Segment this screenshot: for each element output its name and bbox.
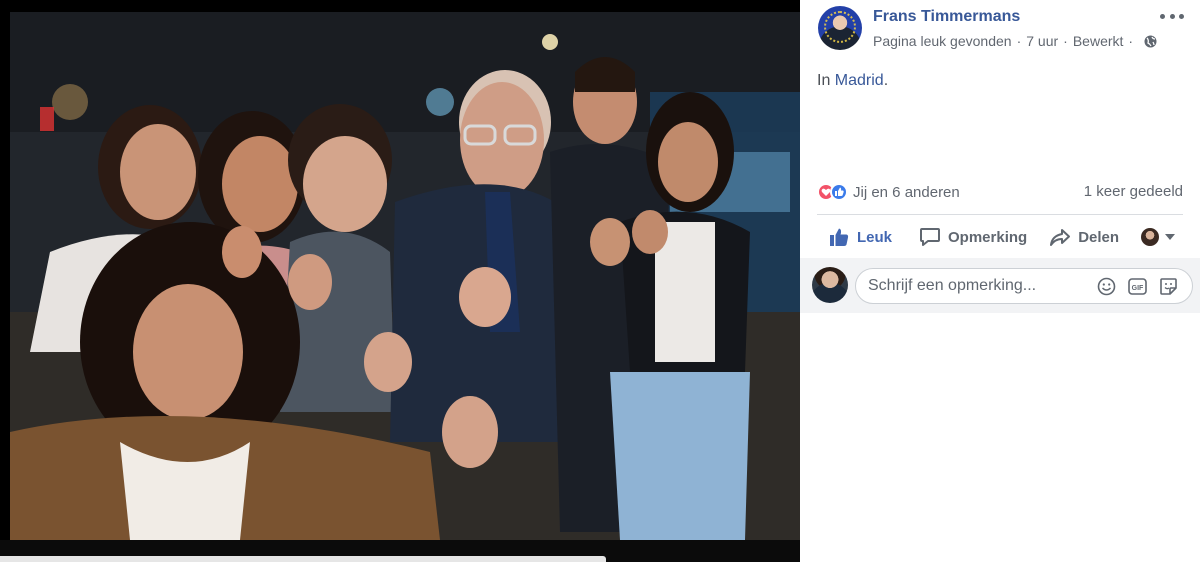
comment-button[interactable]: Opmerking	[919, 216, 1027, 258]
comment-input[interactable]	[868, 269, 1088, 303]
post-text-suffix: .	[883, 72, 889, 89]
comment-box[interactable]: GIF	[855, 268, 1193, 304]
share-button[interactable]: Delen	[1049, 216, 1119, 258]
like-button[interactable]: Leuk	[828, 216, 892, 258]
meta-timestamp[interactable]: 7 uur	[1026, 33, 1058, 49]
like-icon	[830, 183, 848, 201]
meta-separator: ·	[1128, 33, 1134, 49]
comment-label: Opmerking	[948, 228, 1028, 246]
comment-composer: GIF	[800, 258, 1200, 313]
thumbs-up-icon	[830, 228, 849, 246]
photo-viewer	[0, 0, 800, 562]
post-header: Frans Timmermans Pagina leuk gevonden · …	[800, 0, 1200, 60]
meta-separator: ·	[1063, 33, 1068, 49]
user-avatar[interactable]	[812, 267, 848, 303]
page-name-link[interactable]: Frans Timmermans	[873, 8, 1020, 26]
more-options-icon[interactable]	[1160, 14, 1184, 20]
share-label: Delen	[1078, 228, 1120, 246]
meta-liked-page[interactable]: Pagina leuk gevonden	[873, 33, 1012, 49]
svg-text:GIF: GIF	[1132, 285, 1144, 292]
post-photo[interactable]	[10, 12, 800, 540]
meta-separator: ·	[1016, 33, 1022, 49]
eu-stars-icon	[824, 11, 856, 43]
post-as-selector[interactable]	[1141, 228, 1175, 246]
post-panel-empty	[800, 313, 1200, 562]
sticker-icon[interactable]	[1159, 277, 1178, 296]
post-text: In Madrid.	[817, 72, 888, 90]
globe-icon[interactable]	[1144, 35, 1157, 48]
chevron-down-icon	[1165, 234, 1175, 240]
post-panel: Frans Timmermans Pagina leuk gevonden · …	[800, 0, 1200, 562]
like-label: Leuk	[857, 228, 893, 246]
share-count[interactable]: 1 keer gedeeld	[1084, 183, 1183, 200]
post-text-prefix: In	[817, 72, 835, 89]
share-icon	[1050, 229, 1071, 246]
post-actions: Leuk Opmerking Delen	[817, 216, 1183, 258]
gif-icon[interactable]: GIF	[1128, 277, 1147, 296]
divider	[817, 214, 1183, 215]
post-photo-image	[10, 12, 800, 540]
comment-icon	[920, 228, 941, 246]
emoji-icon[interactable]	[1097, 277, 1116, 296]
photo-caption-strip	[0, 556, 606, 562]
meta-edited[interactable]: Bewerkt	[1073, 33, 1124, 49]
comment-tools: GIF	[1097, 277, 1178, 296]
post-as-avatar	[1141, 228, 1159, 246]
reaction-count[interactable]: Jij en 6 anderen	[853, 184, 960, 201]
reactions-summary[interactable]: Jij en 6 anderen 1 keer gedeeld	[817, 181, 1183, 203]
page-avatar[interactable]	[818, 6, 862, 50]
post-meta: Pagina leuk gevonden · 7 uur · Bewerkt ·	[873, 33, 1157, 49]
location-link[interactable]: Madrid	[835, 72, 884, 89]
